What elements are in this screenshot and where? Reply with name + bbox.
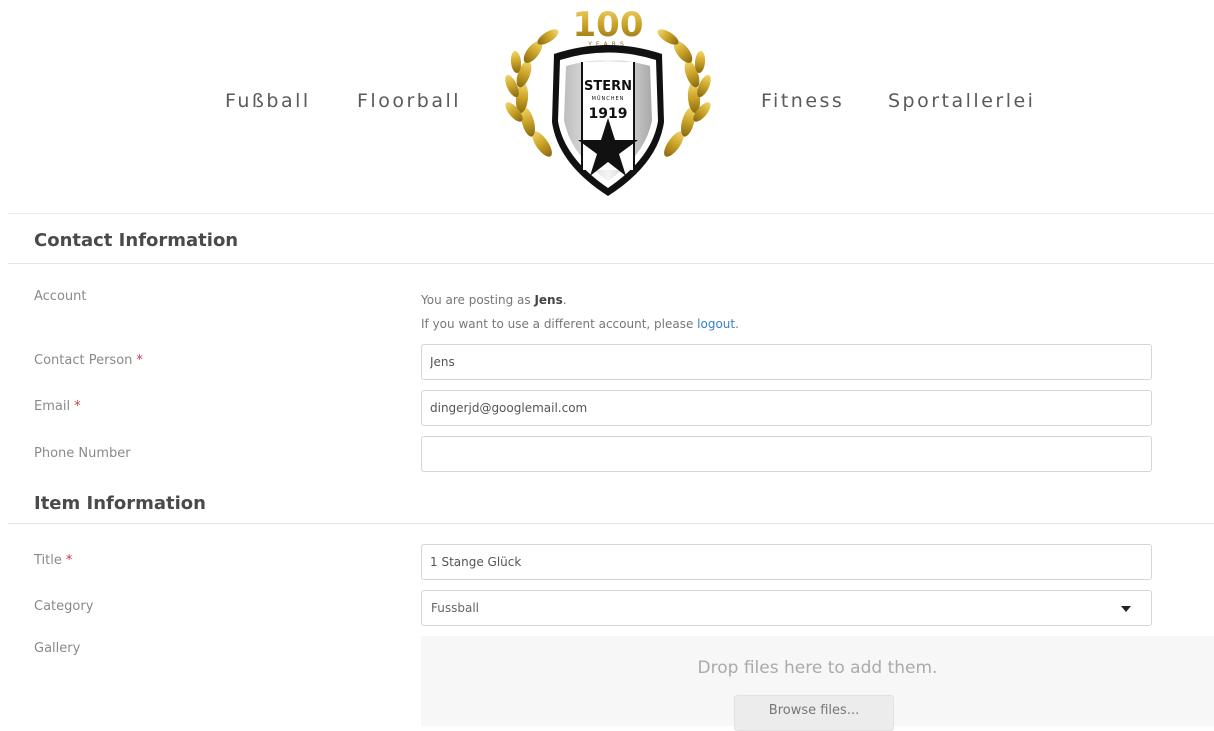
browse-files-button[interactable]: Browse files... xyxy=(734,695,894,731)
contact-person-input[interactable] xyxy=(421,344,1152,380)
required-marker: * xyxy=(136,353,143,368)
logout-link[interactable]: logout xyxy=(697,317,735,331)
email-label: Email * xyxy=(34,399,81,414)
account-label: Account xyxy=(34,289,87,304)
category-label: Category xyxy=(34,599,94,614)
category-selected-value: Fussball xyxy=(431,601,479,615)
title-label: Title * xyxy=(34,553,72,568)
required-marker: * xyxy=(74,399,81,414)
item-section-divider xyxy=(8,523,1214,524)
nav-link-sportallerlei[interactable]: Sportallerlei xyxy=(888,90,1035,112)
contact-person-label: Contact Person * xyxy=(34,353,143,368)
laurel-left-icon xyxy=(505,29,559,157)
item-section-title: Item Information xyxy=(34,493,206,514)
logo-club-name: STERN xyxy=(584,79,632,94)
logo-anniversary-text: 100 xyxy=(573,5,644,45)
title-label-text: Title xyxy=(34,553,62,568)
contact-section-title: Contact Information xyxy=(34,230,239,251)
header-divider xyxy=(8,213,1214,214)
account-username: Jens xyxy=(534,293,563,307)
title-input[interactable] xyxy=(421,544,1152,580)
posting-as-prefix: You are posting as xyxy=(421,293,535,307)
account-info: You are posting as Jens. If you want to … xyxy=(421,288,739,336)
email-input[interactable] xyxy=(421,390,1152,426)
email-label-text: Email xyxy=(34,399,71,414)
contact-person-label-text: Contact Person xyxy=(34,353,133,368)
switch-account-suffix: . xyxy=(735,317,739,331)
dropzone-text: Drop files here to add them. xyxy=(697,658,938,678)
posting-as-suffix: . xyxy=(562,293,567,307)
switch-account-text: If you want to use a different account, … xyxy=(421,312,739,336)
nav-link-fussball[interactable]: Fußball xyxy=(225,90,311,112)
required-marker: * xyxy=(65,553,73,568)
logo-city: MÜNCHEN xyxy=(592,95,625,102)
club-logo[interactable]: 100 YEARS STERN MÜNCHEN 1919 xyxy=(498,4,718,204)
laurel-right-icon xyxy=(657,29,711,157)
phone-input[interactable] xyxy=(421,436,1152,472)
nav-link-fitness[interactable]: Fitness xyxy=(761,90,844,112)
phone-label: Phone Number xyxy=(34,446,131,461)
gallery-label: Gallery xyxy=(34,641,81,656)
site-header: Fußball Floorball 100 YEARS STERN MÜNCHE… xyxy=(0,0,1214,214)
posting-as-text: You are posting as Jens. xyxy=(421,288,739,312)
caret-down-icon xyxy=(1121,606,1131,612)
contact-section-divider xyxy=(8,263,1214,264)
switch-account-prefix: If you want to use a different account, … xyxy=(421,317,698,331)
category-select[interactable]: Fussball xyxy=(421,590,1152,626)
nav-link-floorball[interactable]: Floorball xyxy=(357,90,461,112)
